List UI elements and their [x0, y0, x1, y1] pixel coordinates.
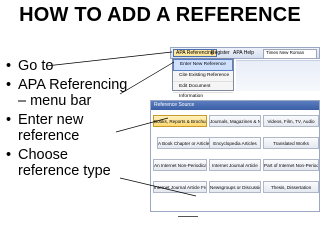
pointer-line-go-to	[45, 51, 173, 67]
pointer-line-enter-new	[115, 117, 169, 133]
pointer-line-apa	[119, 61, 175, 95]
pointer-line-choose	[119, 177, 197, 197]
pointer-lines	[45, 51, 197, 197]
